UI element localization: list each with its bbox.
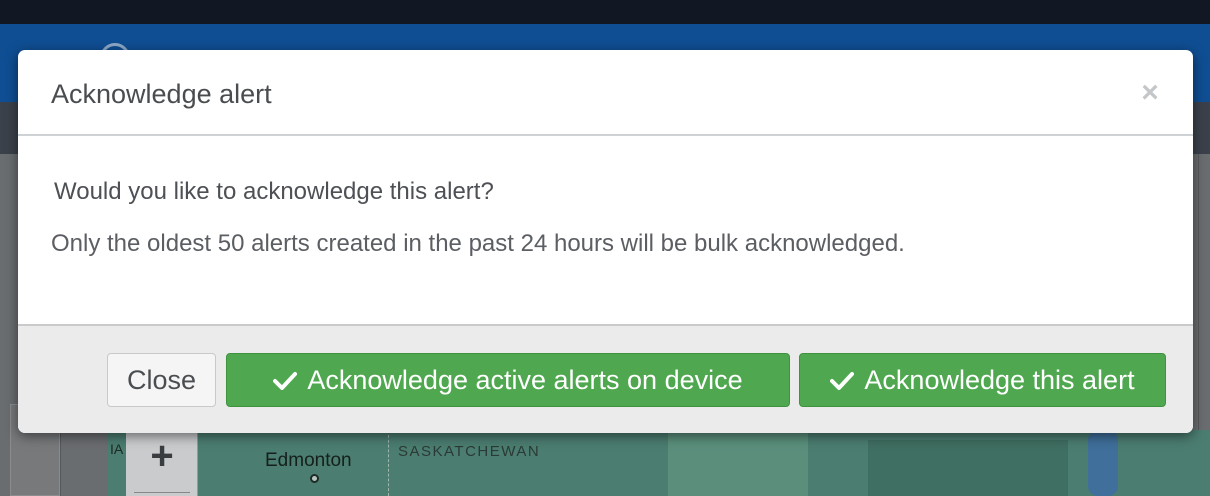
acknowledge-alert-modal: Acknowledge alert × Would you like to ac…	[18, 50, 1193, 433]
close-button[interactable]: Close	[107, 353, 216, 407]
check-icon	[273, 368, 298, 392]
modal-title: Acknowledge alert	[51, 79, 272, 109]
map-land-area	[668, 430, 808, 496]
modal-footer: Close Acknowledge active alerts on devic…	[18, 324, 1193, 433]
close-button-label: Close	[126, 364, 197, 395]
modal-question: Would you like to acknowledge this alert…	[54, 178, 494, 205]
acknowledge-device-alerts-button[interactable]: Acknowledge active alerts on device	[226, 353, 790, 407]
map-label-partial: IA	[110, 441, 124, 457]
acknowledge-device-alerts-label: Acknowledge active alerts on device	[307, 364, 743, 395]
map-lake	[1088, 430, 1118, 496]
modal-note: Only the oldest 50 alerts created in the…	[51, 230, 905, 257]
map-label-region: SASKATCHEWAN	[398, 443, 541, 460]
app-top-bar	[0, 0, 1210, 24]
city-marker-icon	[310, 474, 319, 483]
close-icon[interactable]: ×	[1137, 76, 1163, 110]
modal-body: Would you like to acknowledge this alert…	[18, 136, 1193, 324]
modal-header: Acknowledge alert ×	[18, 50, 1193, 136]
zoom-control-divider	[134, 492, 190, 493]
acknowledge-this-alert-button[interactable]: Acknowledge this alert	[799, 353, 1166, 407]
map-label-city: Edmonton	[265, 450, 352, 471]
map-land-area	[868, 440, 1068, 496]
acknowledge-this-alert-label: Acknowledge this alert	[864, 364, 1135, 395]
check-icon	[830, 368, 855, 392]
map-zoom-control[interactable]: +	[126, 430, 198, 496]
map-province-border	[388, 430, 389, 496]
zoom-in-icon[interactable]: +	[126, 432, 198, 480]
